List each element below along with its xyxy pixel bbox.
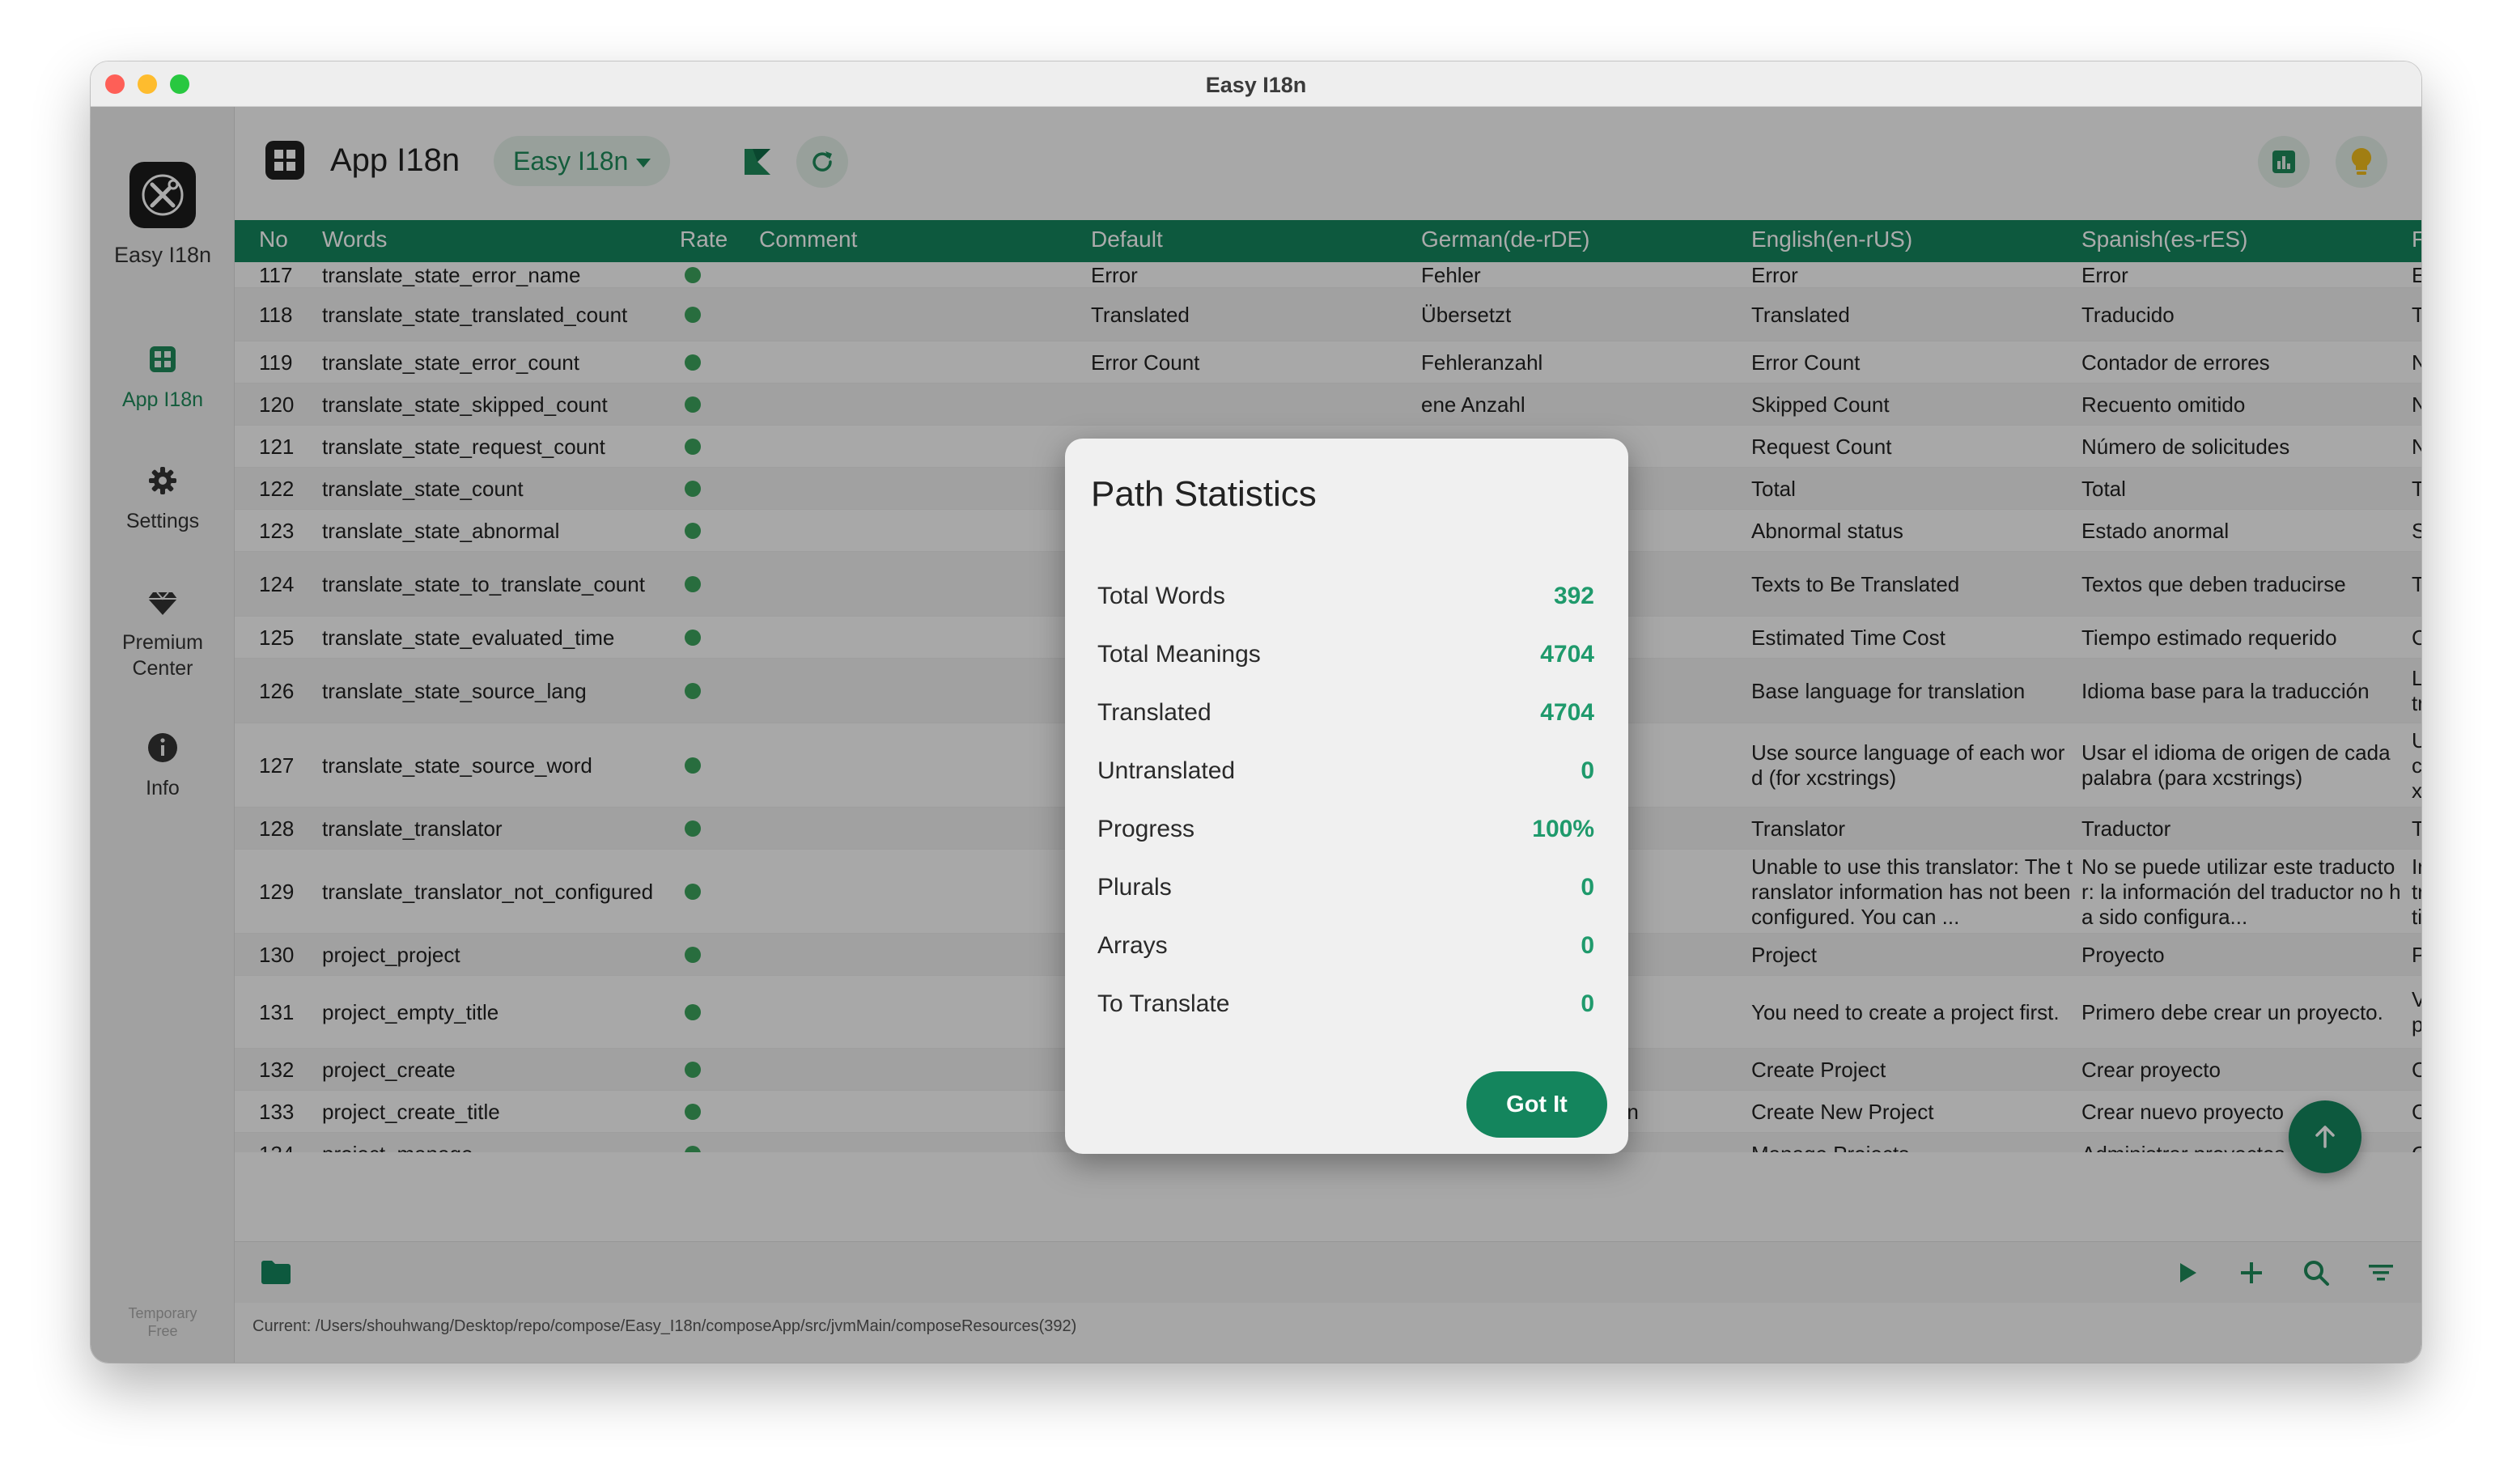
stat-label: Total Meanings (1097, 641, 1261, 668)
stat-value: 4704 (1540, 641, 1594, 668)
stat-label: Plurals (1097, 874, 1172, 901)
stat-label: To Translate (1097, 990, 1230, 1017)
stat-row: Total Meanings 4704 (1097, 636, 1594, 673)
stat-label: Untranslated (1097, 757, 1236, 784)
stat-row: Progress 100% (1097, 811, 1594, 848)
path-statistics-dialog: Path Statistics Total Words 392 Total Mean… (1065, 439, 1628, 1154)
stat-row: Translated 4704 (1097, 694, 1594, 731)
stat-value: 4704 (1540, 699, 1594, 726)
stat-value: 392 (1553, 583, 1594, 609)
stat-row: Plurals 0 (1097, 869, 1594, 906)
stat-label: Arrays (1097, 932, 1168, 959)
dialog-title: Path Statistics (1091, 474, 1317, 514)
stat-row: Total Words 392 (1097, 578, 1594, 615)
stat-value: 0 (1581, 757, 1594, 784)
stat-label: Translated (1097, 699, 1211, 726)
stat-value: 0 (1581, 874, 1594, 901)
got-it-button[interactable]: Got It (1466, 1071, 1607, 1138)
title-bar: Easy I18n (91, 61, 2421, 107)
stat-value: 0 (1581, 932, 1594, 959)
stat-label: Total Words (1097, 583, 1225, 609)
app-window: Easy I18n Easy I18n App I18n Settings Pr… (91, 61, 2421, 1363)
stat-label: Progress (1097, 816, 1195, 842)
window-title: Easy I18n (1205, 73, 1307, 97)
stat-value: 100% (1532, 816, 1594, 842)
stat-value: 0 (1581, 990, 1594, 1017)
stat-row: Untranslated 0 (1097, 753, 1594, 790)
stat-row: To Translate 0 (1097, 986, 1594, 1023)
stat-row: Arrays 0 (1097, 927, 1594, 965)
